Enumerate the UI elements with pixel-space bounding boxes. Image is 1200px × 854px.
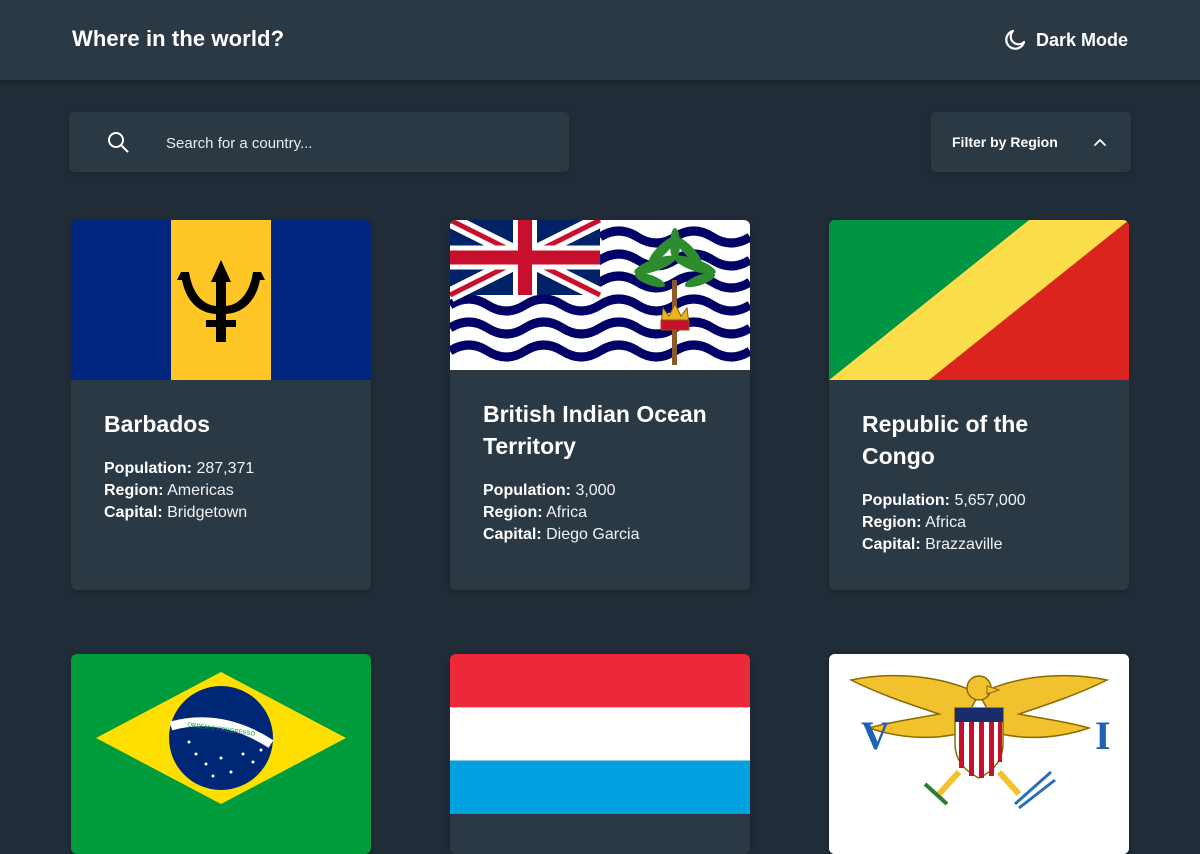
moon-icon xyxy=(1005,29,1026,50)
population-value: 3,000 xyxy=(575,482,616,499)
region-row: Region: Americas xyxy=(104,482,234,499)
search-input[interactable] xyxy=(164,112,548,174)
region-value: Africa xyxy=(925,514,967,531)
app-title: Where in the world? xyxy=(72,26,285,51)
search-bar xyxy=(69,112,569,174)
republic-of-the-congo-flag xyxy=(829,220,1129,380)
chevron-up-icon xyxy=(1094,139,1106,146)
dark-mode-label: Dark Mode xyxy=(1035,29,1128,50)
dark-mode-toggle[interactable]: Dark Mode xyxy=(1004,28,1128,52)
vi-letter-i: I xyxy=(1095,713,1111,758)
population-value: 287,371 xyxy=(196,460,255,477)
region-row: Region: Africa xyxy=(862,514,967,531)
region-row: Region: Africa xyxy=(483,504,588,521)
country-name: British Indian Ocean Territory xyxy=(483,401,707,459)
country-card[interactable]: ORDEM E PROGRESSO xyxy=(71,654,371,854)
population-row: Population: 5,657,000 xyxy=(862,492,1026,509)
british-indian-ocean-territory-flag xyxy=(450,220,750,370)
luxembourg-flag xyxy=(450,654,750,814)
country-card[interactable] xyxy=(450,654,750,854)
country-card[interactable]: Barbados Population: 287,371 Region: Ame… xyxy=(71,220,371,590)
capital-value: Bridgetown xyxy=(167,504,248,521)
country-card[interactable]: V I xyxy=(829,654,1129,854)
capital-row: Capital: Bridgetown xyxy=(104,504,248,521)
country-name: Barbados xyxy=(104,411,211,437)
region-value: Americas xyxy=(167,482,234,499)
app-header: Where in the world? Dark Mode xyxy=(0,0,1200,80)
country-name: Republic of the Congo xyxy=(862,411,1029,469)
country-card[interactable]: Republic of the Congo Population: 5,657,… xyxy=(829,220,1129,590)
region-value: Africa xyxy=(546,504,588,521)
country-card[interactable]: British Indian Ocean Territory Populatio… xyxy=(450,220,750,590)
population-row: Population: 3,000 xyxy=(483,482,616,499)
brazil-flag: ORDEM E PROGRESSO xyxy=(71,654,371,854)
population-row: Population: 287,371 xyxy=(104,460,255,477)
barbados-flag xyxy=(71,220,371,380)
population-value: 5,657,000 xyxy=(954,492,1026,509)
region-filter-dropdown[interactable]: Filter by Region xyxy=(931,112,1131,172)
capital-row: Capital: Diego Garcia xyxy=(483,526,640,543)
capital-value: Brazzaville xyxy=(925,536,1003,553)
region-filter-label: Filter by Region xyxy=(952,134,1058,150)
capital-value: Diego Garcia xyxy=(546,526,640,543)
us-virgin-islands-flag: V I xyxy=(829,654,1129,854)
vi-letter-v: V xyxy=(861,713,890,758)
search-icon xyxy=(108,132,129,153)
capital-row: Capital: Brazzaville xyxy=(862,536,1003,553)
